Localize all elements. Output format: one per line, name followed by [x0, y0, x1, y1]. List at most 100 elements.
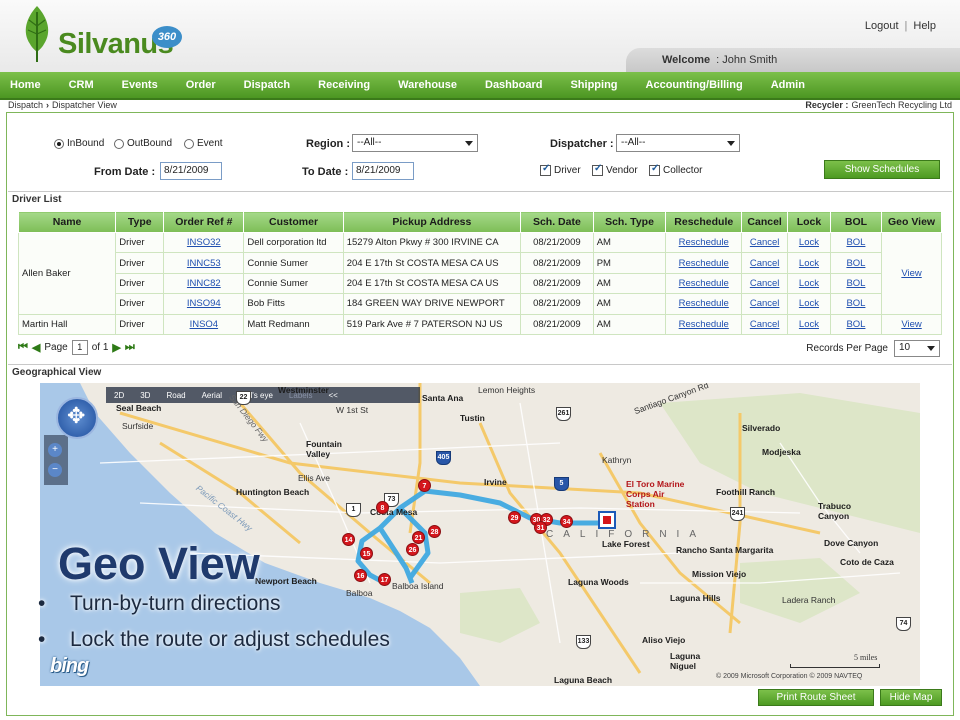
lock-link[interactable]: Lock — [799, 319, 819, 330]
checkbox-vendor[interactable]: Vendor — [592, 163, 638, 176]
nav-receiving[interactable]: Receiving — [304, 79, 384, 91]
lock-link[interactable]: Lock — [799, 237, 819, 248]
cancel-link[interactable]: Cancel — [750, 319, 780, 330]
map-aerial-button[interactable]: Aerial — [194, 391, 230, 400]
cancel-link[interactable]: Cancel — [750, 237, 780, 248]
bol-link[interactable]: BOL — [846, 258, 865, 269]
radio-outbound[interactable]: OutBound — [114, 138, 172, 149]
radio-inbound[interactable]: InBound — [54, 138, 104, 149]
region-select[interactable]: --All-- — [352, 134, 478, 152]
col-type[interactable]: Type — [115, 211, 165, 233]
route-stop-pin[interactable]: 29 — [508, 511, 521, 524]
route-stop-pin[interactable]: 16 — [354, 569, 367, 582]
route-stop-pin[interactable]: 31 — [534, 521, 547, 534]
col-cancel[interactable]: Cancel — [741, 211, 789, 233]
order-ref-link[interactable]: INSO32 — [187, 237, 221, 248]
route-stop-pin[interactable]: 14 — [342, 533, 355, 546]
first-page-icon[interactable]: ⏮ — [18, 341, 28, 354]
nav-dispatch[interactable]: Dispatch — [230, 79, 304, 91]
page-input[interactable]: 1 — [71, 340, 88, 355]
route-stop-pin[interactable]: 34 — [560, 515, 573, 528]
next-page-icon[interactable]: ▶ — [112, 341, 120, 354]
checkbox-collector[interactable]: Collector — [649, 163, 702, 176]
bol-link[interactable]: BOL — [846, 237, 865, 248]
col-customer[interactable]: Customer — [243, 211, 344, 233]
reschedule-link[interactable]: Reschedule — [679, 298, 729, 309]
driver-name-cell: Martin Hall — [17, 313, 117, 335]
col-sch-type[interactable]: Sch. Type — [592, 211, 667, 233]
destination-marker-icon[interactable] — [598, 511, 616, 529]
last-page-icon[interactable]: ⏭ — [125, 341, 135, 354]
bol-link[interactable]: BOL — [846, 319, 865, 330]
map-road-button[interactable]: Road — [158, 391, 193, 400]
records-per-page-select[interactable]: 10 — [894, 340, 940, 357]
order-ref-link[interactable]: INSO4 — [190, 319, 219, 330]
col-sch-date[interactable]: Sch. Date — [520, 211, 594, 233]
reschedule-link[interactable]: Reschedule — [679, 237, 729, 248]
prev-page-icon[interactable]: ◀ — [32, 341, 40, 354]
nav-crm[interactable]: CRM — [55, 79, 108, 91]
checkbox-driver-label: Driver — [554, 165, 581, 176]
lock-link[interactable]: Lock — [799, 298, 819, 309]
cancel-link[interactable]: Cancel — [750, 258, 780, 269]
map-label: W 1st St — [336, 405, 369, 415]
cancel-cell: Cancel — [741, 313, 789, 335]
to-date-input[interactable]: 8/21/2009 — [352, 162, 414, 180]
zoom-in-icon[interactable]: + — [48, 443, 62, 457]
col-reschedule[interactable]: Reschedule — [665, 211, 743, 233]
geo-view-link[interactable]: View — [901, 268, 921, 279]
bol-link[interactable]: BOL — [846, 298, 865, 309]
reschedule-link[interactable]: Reschedule — [679, 319, 729, 330]
geo-view-link[interactable]: View — [901, 319, 921, 330]
nav-dashboard[interactable]: Dashboard — [471, 79, 556, 91]
nav-order[interactable]: Order — [172, 79, 230, 91]
logout-link[interactable]: Logout — [865, 20, 899, 32]
map-3d-button[interactable]: 3D — [132, 391, 158, 400]
route-stop-pin[interactable]: 17 — [378, 573, 391, 586]
nav-accounting-billing[interactable]: Accounting/Billing — [632, 79, 757, 91]
nav-events[interactable]: Events — [108, 79, 172, 91]
show-schedules-button[interactable]: Show Schedules — [824, 160, 940, 179]
reschedule-link[interactable]: Reschedule — [679, 258, 729, 269]
cancel-link[interactable]: Cancel — [750, 278, 780, 289]
dispatcher-select[interactable]: --All-- — [616, 134, 740, 152]
from-date-input[interactable]: 8/21/2009 — [160, 162, 222, 180]
print-route-sheet-button[interactable]: Print Route Sheet — [758, 689, 874, 706]
order-ref-link[interactable]: INNC82 — [187, 278, 221, 289]
col-pickup-address[interactable]: Pickup Address — [342, 211, 522, 233]
breadcrumb-parent[interactable]: Dispatch — [8, 100, 43, 110]
order-ref-link[interactable]: INSO94 — [187, 298, 221, 309]
route-stop-pin[interactable]: 8 — [376, 501, 389, 514]
reschedule-link[interactable]: Reschedule — [679, 278, 729, 289]
lock-link[interactable]: Lock — [799, 258, 819, 269]
nav-admin[interactable]: Admin — [757, 79, 819, 91]
col-geo-view[interactable]: Geo View — [881, 211, 942, 233]
hide-map-button[interactable]: Hide Map — [880, 689, 942, 706]
lock-link[interactable]: Lock — [799, 278, 819, 289]
col-bol[interactable]: BOL — [829, 211, 883, 233]
col-name[interactable]: Name — [17, 211, 117, 233]
nav-warehouse[interactable]: Warehouse — [384, 79, 471, 91]
help-link[interactable]: Help — [913, 20, 936, 32]
geo-view-cell: View — [881, 313, 942, 335]
radio-event[interactable]: Event — [184, 138, 223, 149]
pan-control-icon[interactable] — [56, 397, 98, 439]
zoom-out-icon[interactable]: − — [48, 463, 62, 477]
sch-date-cell: 08/21/2009 — [520, 313, 594, 335]
route-stop-pin[interactable]: 26 — [406, 543, 419, 556]
route-stop-pin[interactable]: 28 — [428, 525, 441, 538]
order-ref-cell: INNC53 — [163, 252, 245, 274]
route-stop-pin[interactable]: 7 — [418, 479, 431, 492]
logo[interactable]: Silvanus 360 — [16, 4, 182, 68]
nav-home[interactable]: Home — [0, 79, 55, 91]
checkbox-driver[interactable]: Driver — [540, 163, 581, 176]
col-lock[interactable]: Lock — [787, 211, 831, 233]
col-order-ref[interactable]: Order Ref # — [163, 211, 245, 233]
bol-link[interactable]: BOL — [846, 278, 865, 289]
map-2d-button[interactable]: 2D — [106, 391, 132, 400]
route-stop-pin[interactable]: 21 — [412, 531, 425, 544]
cancel-link[interactable]: Cancel — [750, 298, 780, 309]
route-stop-pin[interactable]: 15 — [360, 547, 373, 560]
order-ref-link[interactable]: INNC53 — [187, 258, 221, 269]
nav-shipping[interactable]: Shipping — [556, 79, 631, 91]
